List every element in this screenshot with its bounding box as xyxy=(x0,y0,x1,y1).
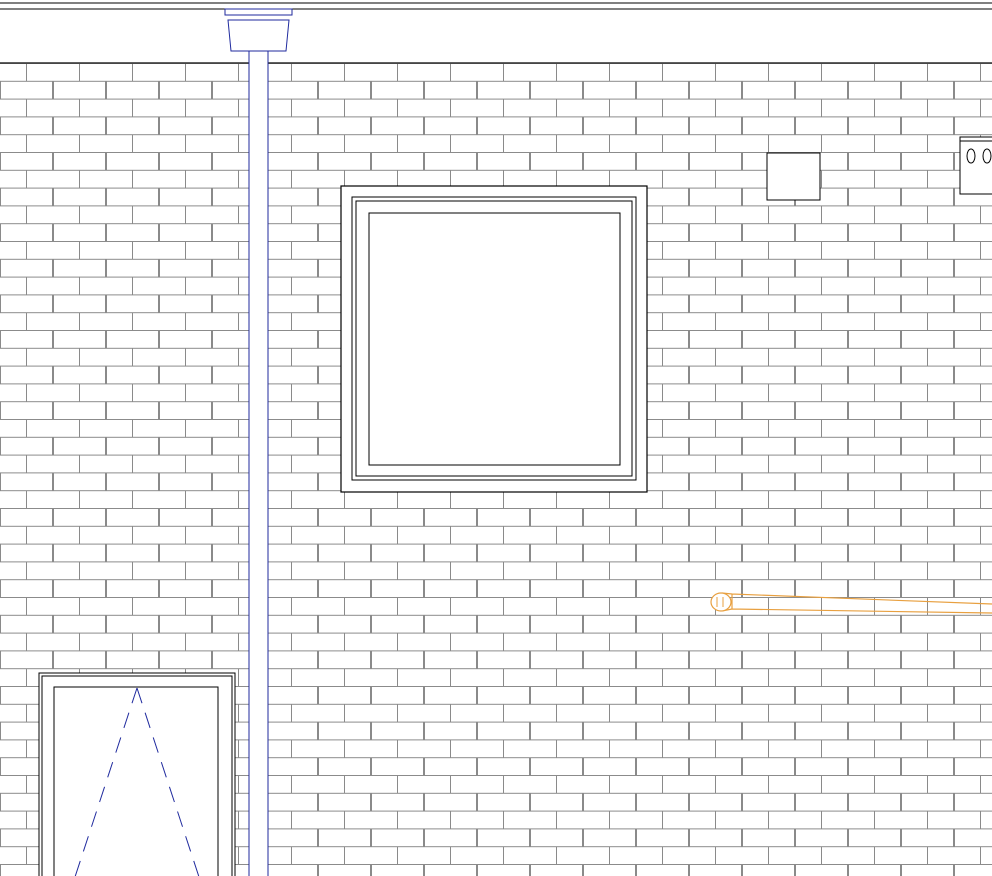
downspout xyxy=(248,51,269,876)
window xyxy=(340,185,648,493)
elevation-drawing xyxy=(0,2,992,876)
roof-fascia xyxy=(0,2,992,64)
small-panel xyxy=(766,152,821,201)
outlet-box xyxy=(959,136,992,195)
rainwater-head xyxy=(224,8,293,52)
door xyxy=(38,672,236,876)
